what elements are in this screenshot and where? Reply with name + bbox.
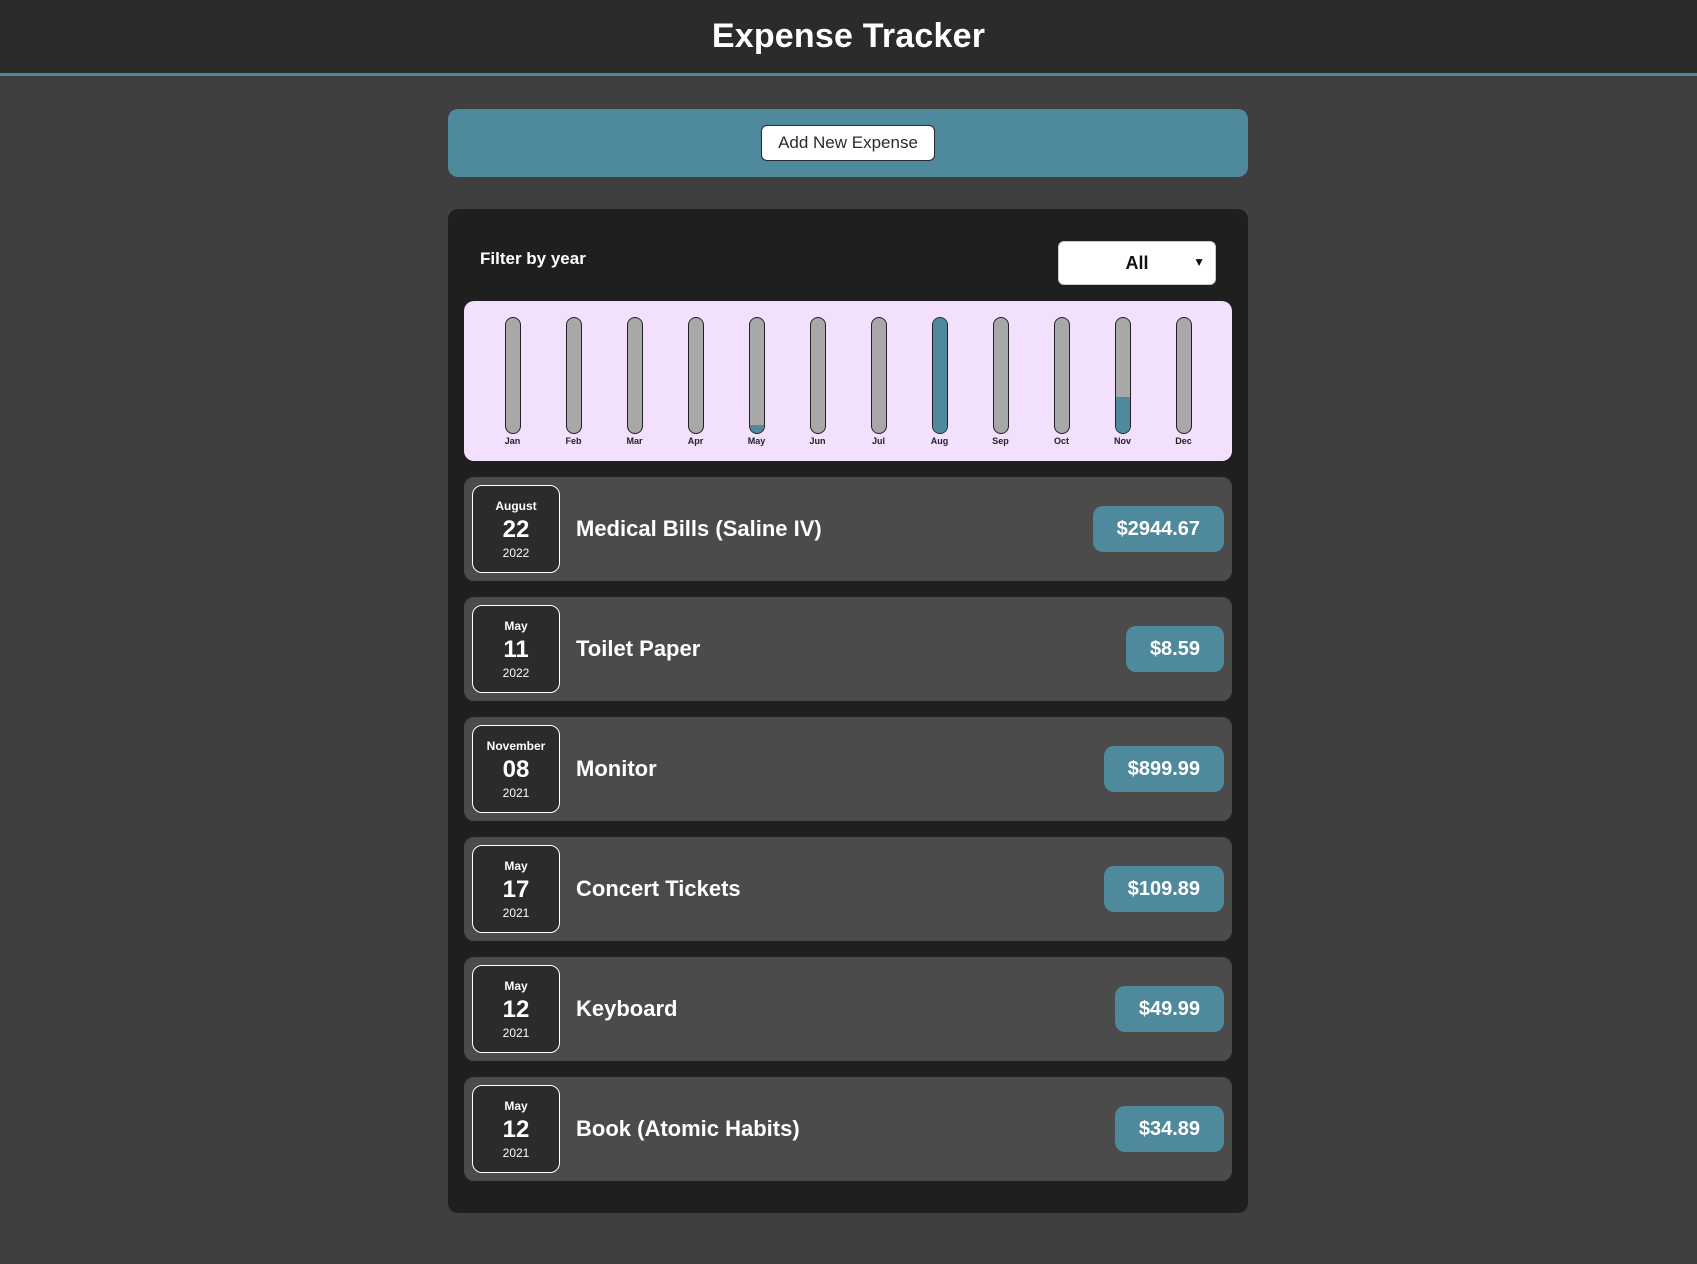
bar-label: Oct [1053,436,1069,446]
expense-amount: $34.89 [1114,1106,1224,1152]
chart-bar-may: May [737,301,777,461]
year-filter-value: All [1125,252,1149,273]
expense-date-year: 2021 [502,785,530,800]
bar-track [870,317,887,434]
expense-date-month: November [486,738,546,753]
chart-bar-mar: Mar [615,301,655,461]
expense-title: Medical Bills (Saline IV) [576,516,822,541]
app-header: Expense Tracker [0,0,1697,76]
expense-date-year: 2021 [502,905,530,920]
bar-label: Sep [992,436,1009,446]
expense-date-day: 12 [502,995,530,1023]
expense-amount: $49.99 [1114,986,1224,1032]
bar-label: Nov [1113,436,1131,446]
expense-date: May 12 2021 [472,1085,560,1173]
expense-date-year: 2022 [502,545,530,560]
bar-fill [932,318,947,433]
bar-track [504,317,521,434]
expense-title: Monitor [576,756,657,781]
expense-item[interactable]: August 22 2022 Medical Bills (Saline IV) $29… [464,477,1232,581]
expenses-card: Filter by year All ▼ Jan Feb Mar Apr May Jun J… [448,209,1248,1213]
expense-item[interactable]: May 12 2021 Keyboard $49.99 [464,957,1232,1061]
expense-date-year: 2021 [502,1025,530,1040]
bar-track [626,317,643,434]
chevron-down-icon: ▼ [1193,255,1205,269]
bar-fill [749,424,764,433]
page-title: Expense Tracker [711,17,986,55]
bar-track [1053,317,1070,434]
expense-date-month: May [504,618,528,633]
expense-date: November 08 2021 [472,725,560,813]
bar-track [931,317,948,434]
bar-label: Mar [626,436,643,446]
expense-date-month: May [504,1098,528,1113]
expense-title: Concert Tickets [576,876,741,901]
bar-label: Jan [504,436,521,446]
chart-bar-jul: Jul [859,301,899,461]
chart-bar-sep: Sep [981,301,1021,461]
expense-amount: $899.99 [1103,746,1224,792]
bar-fill [1115,397,1130,433]
expense-date: August 22 2022 [472,485,560,573]
bar-track [992,317,1009,434]
expense-date-month: May [504,858,528,873]
filter-by-year-label: Filter by year [480,249,586,268]
bar-label: Dec [1175,436,1192,446]
bar-track [1175,317,1192,434]
bar-label: Aug [930,436,949,446]
chart-bar-apr: Apr [676,301,716,461]
expense-title: Book (Atomic Habits) [576,1116,800,1141]
expense-date: May 17 2021 [472,845,560,933]
expense-amount: $2944.67 [1092,506,1224,552]
expense-item[interactable]: May 12 2021 Book (Atomic Habits) $34.89 [464,1077,1232,1181]
expense-amount: $8.59 [1125,626,1224,672]
bar-track [565,317,582,434]
expense-title: Keyboard [576,996,678,1021]
chart-bar-nov: Nov [1103,301,1143,461]
expense-date-day: 11 [503,635,529,663]
chart-bar-jan: Jan [493,301,533,461]
bar-track [1114,317,1131,434]
expense-date: May 12 2021 [472,965,560,1053]
new-expense-panel: Add New Expense [448,109,1248,177]
chart-bar-aug: Aug [920,301,960,461]
monthly-expenses-chart: Jan Feb Mar Apr May Jun Jul Aug Sep Oct Nov Dec [464,301,1232,461]
expense-date-day: 17 [502,875,530,903]
bar-track [687,317,704,434]
expense-date-day: 12 [502,1115,530,1143]
expense-item[interactable]: November 08 2021 Monitor $899.99 [464,717,1232,821]
year-filter-select[interactable]: All ▼ [1058,241,1216,285]
chart-bar-feb: Feb [554,301,594,461]
bar-label: Apr [687,436,704,446]
expense-item[interactable]: May 11 2022 Toilet Paper $8.59 [464,597,1232,701]
bar-track [748,317,765,434]
expense-amount: $109.89 [1103,866,1224,912]
add-new-expense-button[interactable]: Add New Expense [761,125,935,161]
expense-date-year: 2021 [502,1145,530,1160]
bar-label: Feb [565,436,582,446]
chart-bar-jun: Jun [798,301,838,461]
bar-label: Jul [871,436,885,446]
expense-date-year: 2022 [502,665,530,680]
expense-list: August 22 2022 Medical Bills (Saline IV) $29… [464,477,1232,1197]
expense-date-day: 22 [502,515,530,543]
expense-title: Toilet Paper [576,636,701,661]
expense-date-day: 08 [502,755,530,783]
expense-date-month: August [495,498,537,513]
bar-label: May [747,436,766,446]
bar-track [809,317,826,434]
bar-label: Jun [809,436,826,446]
chart-bar-dec: Dec [1164,301,1204,461]
expense-date-month: May [504,978,528,993]
expense-item[interactable]: May 17 2021 Concert Tickets $109.89 [464,837,1232,941]
expense-date: May 11 2022 [472,605,560,693]
chart-bar-oct: Oct [1042,301,1082,461]
